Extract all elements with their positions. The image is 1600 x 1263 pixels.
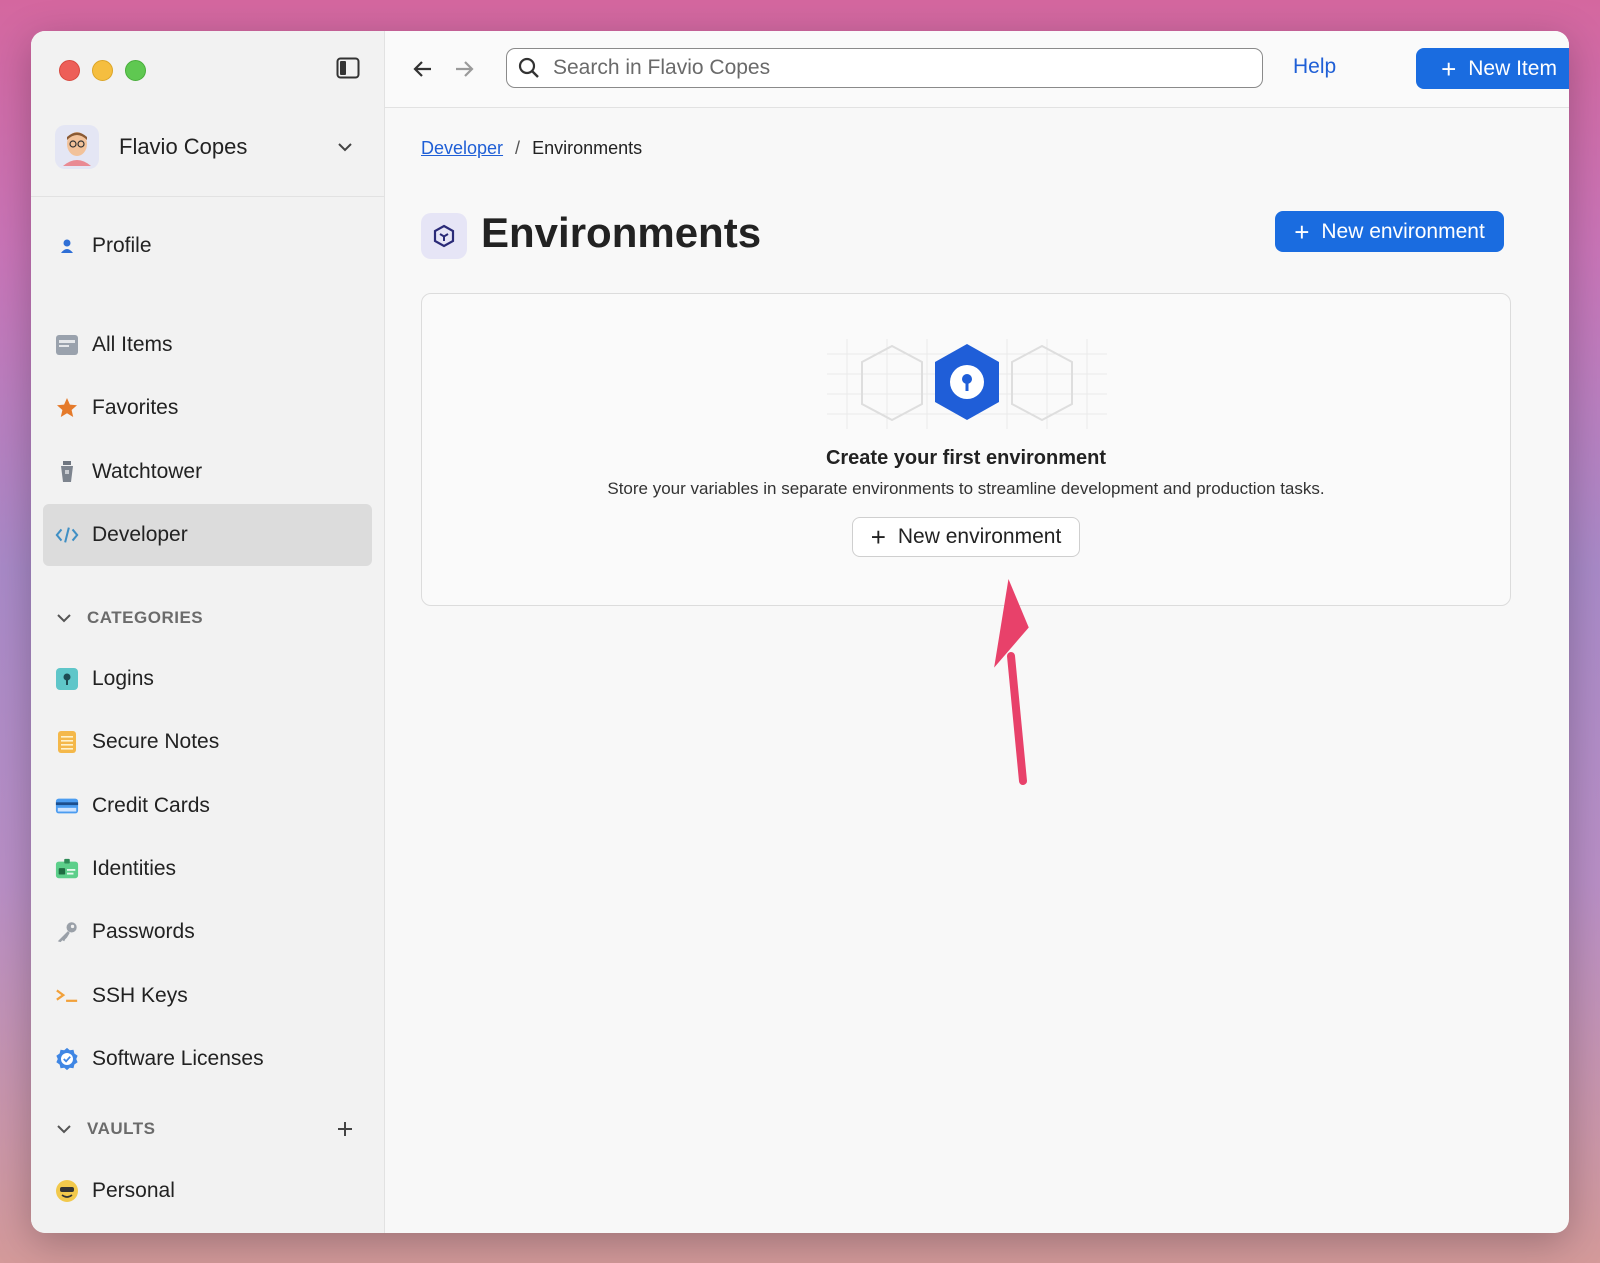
- section-label: CATEGORIES: [87, 608, 204, 627]
- section-label: VAULTS: [87, 1119, 156, 1138]
- sidebar-item-passwords[interactable]: Passwords: [43, 901, 372, 963]
- empty-state-subtitle: Store your variables in separate environ…: [607, 479, 1325, 498]
- sidebar-item-label: Credit Cards: [92, 794, 210, 817]
- sidebar: Flavio Copes Profile All Items Favorites: [31, 31, 385, 1233]
- toolbar: Help + New Item: [385, 31, 1569, 108]
- window-controls: [59, 60, 146, 81]
- plus-icon: +: [1294, 216, 1310, 247]
- empty-state-title: Create your first environment: [825, 447, 1107, 469]
- sidebar-item-label: Personal: [92, 1179, 175, 1202]
- new-environment-label: New environment: [1321, 219, 1485, 243]
- account-switcher[interactable]: Flavio Copes: [55, 123, 360, 171]
- new-environment-button[interactable]: + New environment: [852, 517, 1080, 557]
- empty-state-card: Create your first environment Store your…: [421, 293, 1511, 606]
- sidebar-item-label: Logins: [92, 667, 154, 690]
- avatar: [55, 125, 99, 169]
- zoom-window-button[interactable]: [125, 60, 146, 81]
- sidebar-item-developer[interactable]: Developer: [43, 504, 372, 566]
- add-vault-plus-icon[interactable]: [336, 1120, 354, 1138]
- environments-icon: [421, 213, 467, 259]
- breadcrumb-separator: /: [515, 138, 521, 158]
- sidebar-item-label: SSH Keys: [92, 984, 188, 1007]
- sidebar-item-logins[interactable]: Logins: [43, 648, 372, 710]
- all-items-icon: [55, 333, 79, 357]
- sidebar-item-label: Developer: [92, 523, 188, 546]
- app-window: Flavio Copes Profile All Items Favorites: [31, 31, 1569, 1233]
- person-icon: [55, 234, 79, 258]
- sidebar-item-watchtower[interactable]: Watchtower: [43, 441, 372, 503]
- license-badge-icon: [55, 1047, 79, 1071]
- chevron-down-icon: [57, 1125, 71, 1134]
- new-item-label: New Item: [1468, 56, 1557, 80]
- login-icon: [55, 667, 79, 691]
- breadcrumb-current: Environments: [532, 138, 643, 158]
- star-icon: [55, 396, 79, 420]
- terminal-icon: [55, 984, 79, 1008]
- vault-avatar-icon: [55, 1179, 79, 1203]
- page-title: Environments: [481, 209, 762, 256]
- sidebar-divider: [31, 196, 384, 197]
- sidebar-item-label: Watchtower: [92, 460, 203, 483]
- sidebar-item-label: Passwords: [92, 920, 195, 943]
- minimize-window-button[interactable]: [92, 60, 113, 81]
- sidebar-item-label: Software Licenses: [92, 1047, 264, 1070]
- search-icon: [518, 57, 539, 78]
- back-arrow-icon[interactable]: [411, 57, 435, 81]
- sidebar-item-favorites[interactable]: Favorites: [43, 377, 372, 439]
- new-environment-label: New environment: [897, 525, 1062, 548]
- close-window-button[interactable]: [59, 60, 80, 81]
- chevron-down-icon: [57, 614, 71, 623]
- search-field: [506, 48, 1263, 88]
- code-icon: [55, 523, 79, 547]
- sidebar-item-vault-personal[interactable]: Personal: [43, 1160, 372, 1222]
- sidebar-item-label: All Items: [92, 333, 173, 356]
- key-icon: [55, 920, 79, 944]
- vaults-section-header[interactable]: VAULTS: [55, 1114, 360, 1144]
- note-icon: [55, 730, 79, 754]
- environment-illustration-icon: [827, 339, 1107, 429]
- tower-icon: [55, 460, 79, 484]
- sidebar-item-profile[interactable]: Profile: [43, 215, 372, 277]
- sidebar-item-secure-notes[interactable]: Secure Notes: [43, 711, 372, 773]
- categories-section-header[interactable]: CATEGORIES: [55, 603, 360, 633]
- sidebar-item-label: Profile: [92, 234, 152, 257]
- chevron-down-icon: [338, 143, 352, 152]
- sidebar-item-all-items[interactable]: All Items: [43, 314, 372, 376]
- help-link[interactable]: Help: [1293, 55, 1336, 79]
- sidebar-toggle-icon[interactable]: [336, 57, 360, 79]
- forward-arrow-icon[interactable]: [452, 57, 476, 81]
- account-name: Flavio Copes: [119, 134, 248, 159]
- sidebar-item-identities[interactable]: Identities: [43, 838, 372, 900]
- plus-icon: +: [1441, 53, 1457, 84]
- sidebar-item-credit-cards[interactable]: Credit Cards: [43, 775, 372, 837]
- search-input[interactable]: [551, 55, 1235, 81]
- sidebar-item-label: Identities: [92, 857, 177, 880]
- sidebar-item-software-licenses[interactable]: Software Licenses: [43, 1028, 372, 1090]
- identity-icon: [55, 857, 79, 881]
- breadcrumb-developer-link[interactable]: Developer: [421, 138, 503, 159]
- breadcrumb: Developer / Environments: [421, 138, 642, 159]
- credit-card-icon: [55, 794, 79, 818]
- sidebar-item-label: Favorites: [92, 396, 179, 419]
- new-item-button[interactable]: + New Item: [1416, 48, 1569, 89]
- sidebar-item-label: Secure Notes: [92, 730, 220, 753]
- plus-icon: +: [870, 522, 886, 552]
- new-environment-header-button[interactable]: + New environment: [1275, 211, 1504, 252]
- sidebar-item-ssh-keys[interactable]: SSH Keys: [43, 965, 372, 1027]
